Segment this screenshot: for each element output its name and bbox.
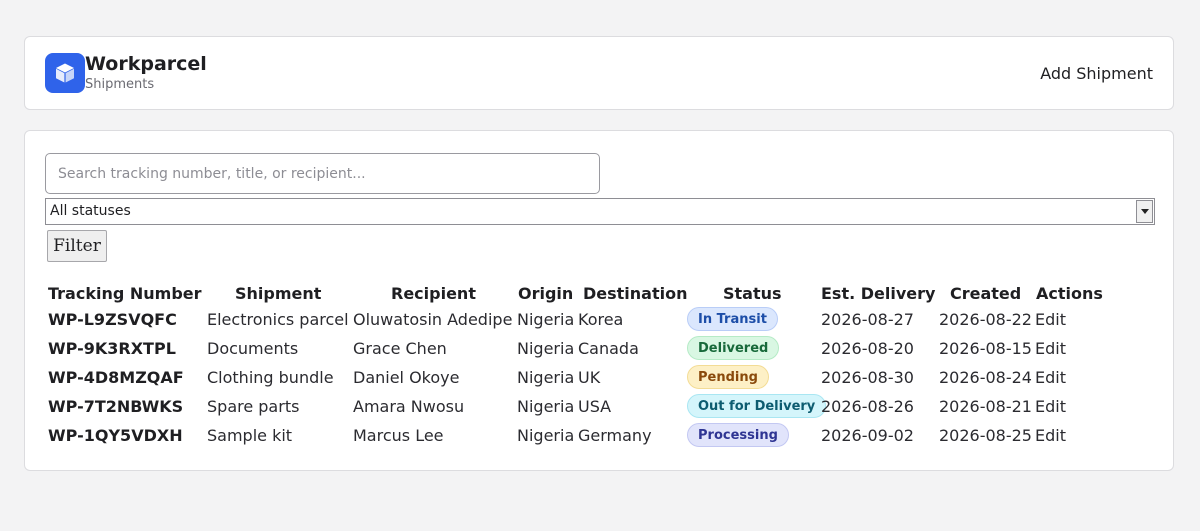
edit-link[interactable]: Edit (1035, 339, 1066, 358)
recipient-name: Oluwatosin Adedipe (353, 310, 513, 329)
created-date: 2026-08-15 (939, 339, 1032, 358)
created-date: 2026-08-22 (939, 310, 1032, 329)
column-header-actions: Actions (1036, 284, 1103, 303)
status-select-value: All statuses (50, 203, 131, 219)
add-shipment-button[interactable]: Add Shipment (1040, 64, 1153, 83)
column-header-origin: Origin (518, 284, 574, 303)
created-date: 2026-08-25 (939, 426, 1032, 445)
origin: Nigeria (517, 368, 575, 387)
origin: Nigeria (517, 426, 575, 445)
created-date: 2026-08-24 (939, 368, 1032, 387)
est-delivery-date: 2026-08-27 (821, 310, 914, 329)
status-select[interactable]: All statuses (45, 198, 1155, 225)
destination: Canada (578, 339, 639, 358)
column-header-status: Status (723, 284, 782, 303)
column-header-tracking: Tracking Number (48, 284, 202, 303)
table-row: WP-L9ZSVQFC Electronics parcel Oluwatosi… (25, 305, 1175, 334)
recipient-name: Daniel Okoye (353, 368, 460, 387)
destination: Germany (578, 426, 652, 445)
tracking-number: WP-1QY5VDXH (48, 426, 183, 445)
recipient-name: Grace Chen (353, 339, 447, 358)
shipments-panel: All statuses Filter Tracking Number Ship… (24, 130, 1174, 471)
page-subtitle: Shipments (85, 77, 155, 92)
origin: Nigeria (517, 310, 575, 329)
column-header-created: Created (950, 284, 1022, 303)
status-badge: Out for Delivery (687, 394, 827, 418)
table-row: WP-9K3RXTPL Documents Grace Chen Nigeria… (25, 334, 1175, 363)
est-delivery-date: 2026-09-02 (821, 426, 914, 445)
brand-name: Workparcel (85, 53, 207, 75)
status-badge: Processing (687, 423, 789, 447)
table-row: WP-4D8MZQAF Clothing bundle Daniel Okoye… (25, 363, 1175, 392)
status-badge: Pending (687, 365, 769, 389)
chevron-down-icon[interactable] (1136, 200, 1153, 223)
box-icon (45, 53, 85, 93)
status-badge: Delivered (687, 336, 780, 360)
recipient-name: Amara Nwosu (353, 397, 465, 416)
status-badge: In Transit (687, 307, 778, 331)
header-bar: Workparcel Shipments Add Shipment (24, 36, 1174, 110)
est-delivery-date: 2026-08-20 (821, 339, 914, 358)
origin: Nigeria (517, 339, 575, 358)
edit-link[interactable]: Edit (1035, 426, 1066, 445)
shipment-title: Clothing bundle (207, 368, 334, 387)
column-header-shipment: Shipment (235, 284, 322, 303)
tracking-number: WP-7T2NBWKS (48, 397, 184, 416)
destination: UK (578, 368, 601, 387)
edit-link[interactable]: Edit (1035, 310, 1066, 329)
edit-link[interactable]: Edit (1035, 397, 1066, 416)
shipment-title: Spare parts (207, 397, 300, 416)
recipient-name: Marcus Lee (353, 426, 444, 445)
table-row: WP-1QY5VDXH Sample kit Marcus Lee Nigeri… (25, 421, 1175, 450)
tracking-number: WP-4D8MZQAF (48, 368, 184, 387)
destination: Korea (578, 310, 624, 329)
column-header-est-delivery: Est. Delivery (821, 284, 936, 303)
origin: Nigeria (517, 397, 575, 416)
column-header-recipient: Recipient (391, 284, 476, 303)
tracking-number: WP-9K3RXTPL (48, 339, 176, 358)
shipment-title: Documents (207, 339, 299, 358)
shipment-title: Electronics parcel (207, 310, 349, 329)
created-date: 2026-08-21 (939, 397, 1032, 416)
edit-link[interactable]: Edit (1035, 368, 1066, 387)
shipment-title: Sample kit (207, 426, 293, 445)
est-delivery-date: 2026-08-26 (821, 397, 914, 416)
column-header-destination: Destination (583, 284, 688, 303)
est-delivery-date: 2026-08-30 (821, 368, 914, 387)
tracking-number: WP-L9ZSVQFC (48, 310, 177, 329)
destination: USA (578, 397, 612, 416)
search-input[interactable] (45, 153, 600, 194)
filter-button[interactable]: Filter (47, 230, 107, 262)
table-row: WP-7T2NBWKS Spare parts Amara Nwosu Nige… (25, 392, 1175, 421)
